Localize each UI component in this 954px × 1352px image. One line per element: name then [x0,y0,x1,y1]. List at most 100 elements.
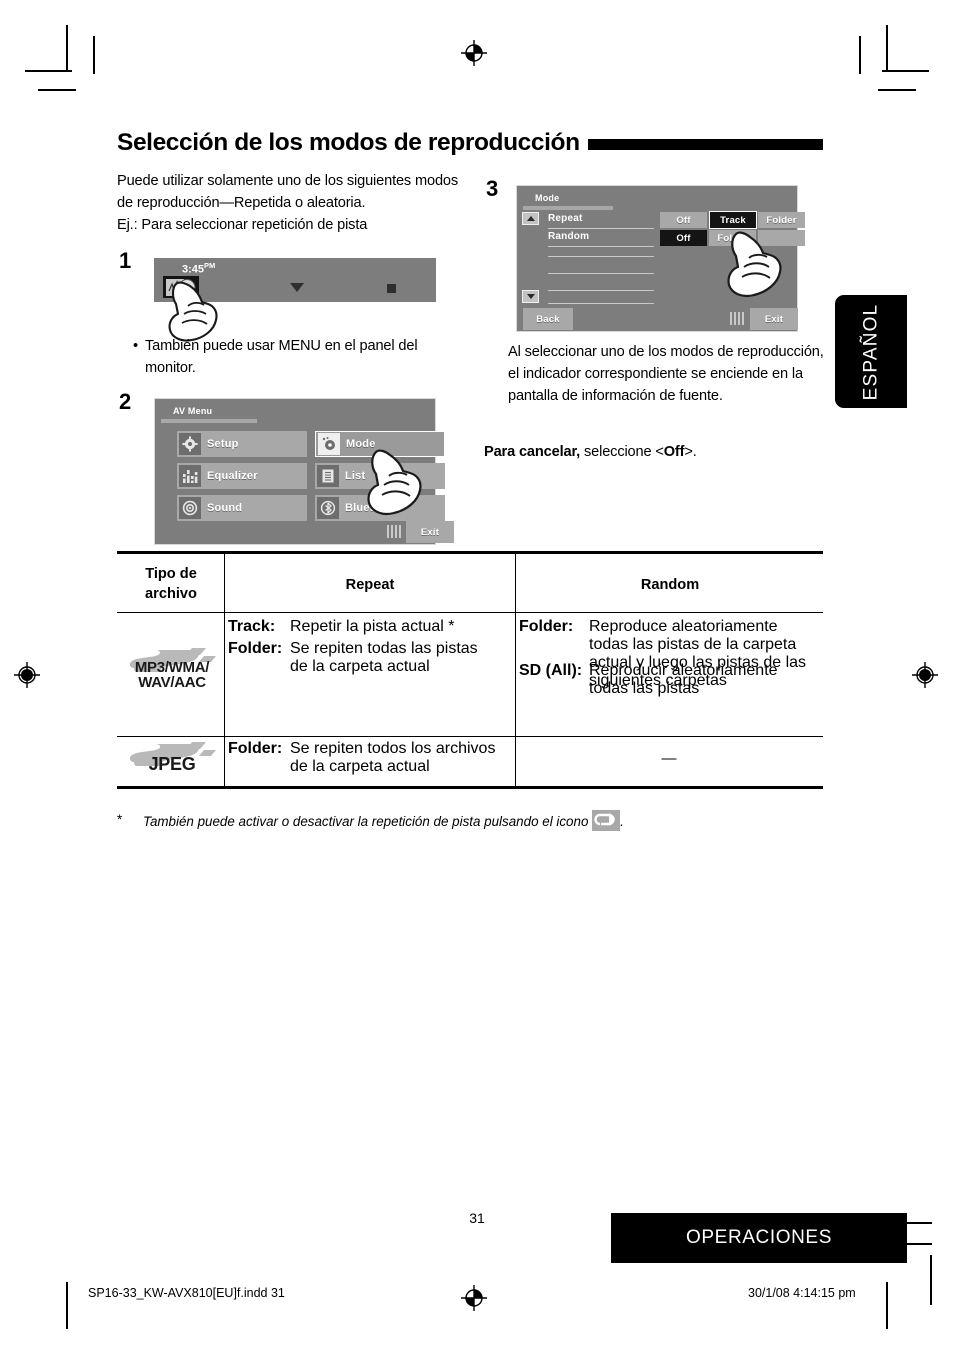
mode-blank-row [548,290,654,291]
gear-icon [179,433,201,455]
table-header-repeat: Repeat [345,577,395,593]
step-3-body-line-3: pantalla de información de fuente. [508,388,723,404]
mode-title-rule [523,206,613,210]
av-menu-exit-button[interactable]: Exit [406,521,454,543]
av-menu-tile-mode[interactable]: Mode [315,431,445,457]
media-badge-jpeg-line1: JPEG [148,754,196,774]
mode-exit-label: Exit [764,313,784,325]
registration-mark-left [14,662,40,688]
footnote: * También puede activar o desactivar la … [117,810,823,832]
footnote-text-after: . [620,814,624,829]
indd-file-name: SP16-33_KW-AVX810[EU]f.indd 31 [88,1286,285,1300]
repeat-audio-key-1: Track: [228,618,276,635]
av-menu-grip-handle[interactable] [387,525,401,538]
bullet-icon: • [133,338,138,354]
step-3-number: 3 [486,176,499,201]
manual-page: Selección de los modos de reproducción P… [0,0,954,1352]
random-option-off-label: Off [676,232,691,244]
cancel-instruction-bold: Para cancelar, [484,444,581,460]
table-header-file-type-line1: Tipo de [145,566,197,582]
bluetooth-icon [317,497,339,519]
mode-row-random-label: Random [548,231,654,247]
repeat-audio-key-2: Folder: [228,640,283,657]
av-menu-tile-bluetooth[interactable]: Bluetooth [315,495,445,521]
av-menu-exit-label: Exit [420,526,440,538]
language-tab-label: ESPAÑOL [860,303,881,400]
table-rule-top [117,551,823,554]
media-badge-audio: MP3/WMA/ WAV/AAC [124,646,220,696]
step-1-note-text: También puede usar MENU en el panel del … [145,338,418,376]
step-2-number: 2 [119,389,132,414]
av-menu-tile-sound-label: Sound [207,502,243,514]
mode-blank-row [548,273,654,274]
av-menu-tile-setup[interactable]: Setup [177,431,307,457]
repeat-option-off-label: Off [676,214,691,226]
print-timestamp: 30/1/08 4:14:15 pm [748,1286,856,1300]
cancel-instruction: Para cancelar, seleccione <Off>. [484,441,824,463]
step-2-av-menu-screen: AV Menu Setup Mode Equalizer List Sound … [154,398,454,545]
random-audio-key-2: SD (All): [519,662,583,679]
intro-line-3: Ej.: Para seleccionar repetición de pist… [117,217,368,233]
table-cell-random-audio: Folder: Reproduce aleatoriamente todas l… [519,618,819,697]
av-menu-tile-sound[interactable]: Sound [177,495,307,521]
table-cell-repeat-audio: Track: Repetir la pista actual * Folder:… [228,618,511,675]
triangle-down-icon[interactable] [290,283,304,292]
table-rule-bottom [117,786,823,789]
av-menu-tile-equalizer[interactable]: Equalizer [177,463,307,489]
av-menu-tile-list[interactable]: List [315,463,445,489]
step-3-body-line-2: el indicador correspondiente se enciende… [508,366,803,382]
registration-mark-bottom [461,1285,487,1311]
equalizer-icon [179,465,201,487]
clock-display: 3:45PM [182,261,216,276]
random-option-folder[interactable]: Folder [709,230,756,246]
step-3-mode-screen: Mode Repeat Off Track Folder Random Off … [516,185,805,332]
mode-icon [318,433,340,455]
repeat-option-folder[interactable]: Folder [758,212,805,228]
random-option-folder-label: Folder [717,232,748,244]
mode-screen-title: Mode [535,193,560,203]
random-option-off[interactable]: Off [660,230,707,246]
scroll-up-icon[interactable] [522,212,539,225]
repeat-audio-text-2: Se repiten todas las pistas de la carpet… [290,640,478,675]
random-option-third[interactable] [758,230,805,246]
table-rule-header [117,612,823,614]
intro-paragraph: Puede utilizar solamente uno de los sigu… [117,170,467,236]
disc-source-icon[interactable] [163,276,199,298]
table-vline-1 [224,551,226,786]
repeat-option-folder-label: Folder [766,214,797,226]
step-1-number: 1 [119,248,132,273]
table-cell-random-jpeg-empty: — [661,750,677,767]
footnote-text: También puede activar o desactivar la re… [143,814,589,829]
av-menu-tile-mode-label: Mode [346,438,376,450]
intro-line-2: de reproducción—Repetida o aleatoria. [117,195,366,211]
scroll-down-icon[interactable] [522,290,539,303]
media-badge-jpeg: JPEG [124,740,220,784]
mode-back-label: Back [536,313,560,325]
page-title: Selección de los modos de reproducción [117,130,823,156]
title-rule [587,139,823,151]
list-icon [317,465,339,487]
repeat-option-off[interactable]: Off [660,212,707,228]
media-badge-audio-line2: WAV/AAC [138,674,206,691]
repeat-option-track[interactable]: Track [709,211,757,229]
sound-icon [179,497,201,519]
chapter-tab: OPERACIONES [611,1213,907,1263]
random-audio-text-2: Reproducir aleatoriamente todas las pist… [589,662,778,697]
mode-exit-button[interactable]: Exit [750,308,798,330]
stop-square-icon[interactable] [387,284,396,293]
av-menu-tile-setup-label: Setup [207,438,239,450]
mode-blank-row [548,303,654,304]
registration-mark-right [912,662,938,688]
mode-back-button[interactable]: Back [523,308,573,330]
av-menu-tile-equalizer-label: Equalizer [207,470,258,482]
registration-mark-top [461,40,487,66]
repeat-jpeg-text-1: Se repiten todos los archivos de la carp… [290,740,496,775]
repeat-jpeg-key-1: Folder: [228,740,283,757]
av-menu-tile-list-label: List [345,470,366,482]
repeat-track-icon [592,810,621,831]
table-header-random: Random [640,577,700,593]
repeat-audio-text-1: Repetir la pista actual * [290,618,455,635]
mode-grip-handle[interactable] [730,312,744,325]
av-menu-title: AV Menu [173,406,213,416]
repeat-option-track-label: Track [720,214,746,226]
